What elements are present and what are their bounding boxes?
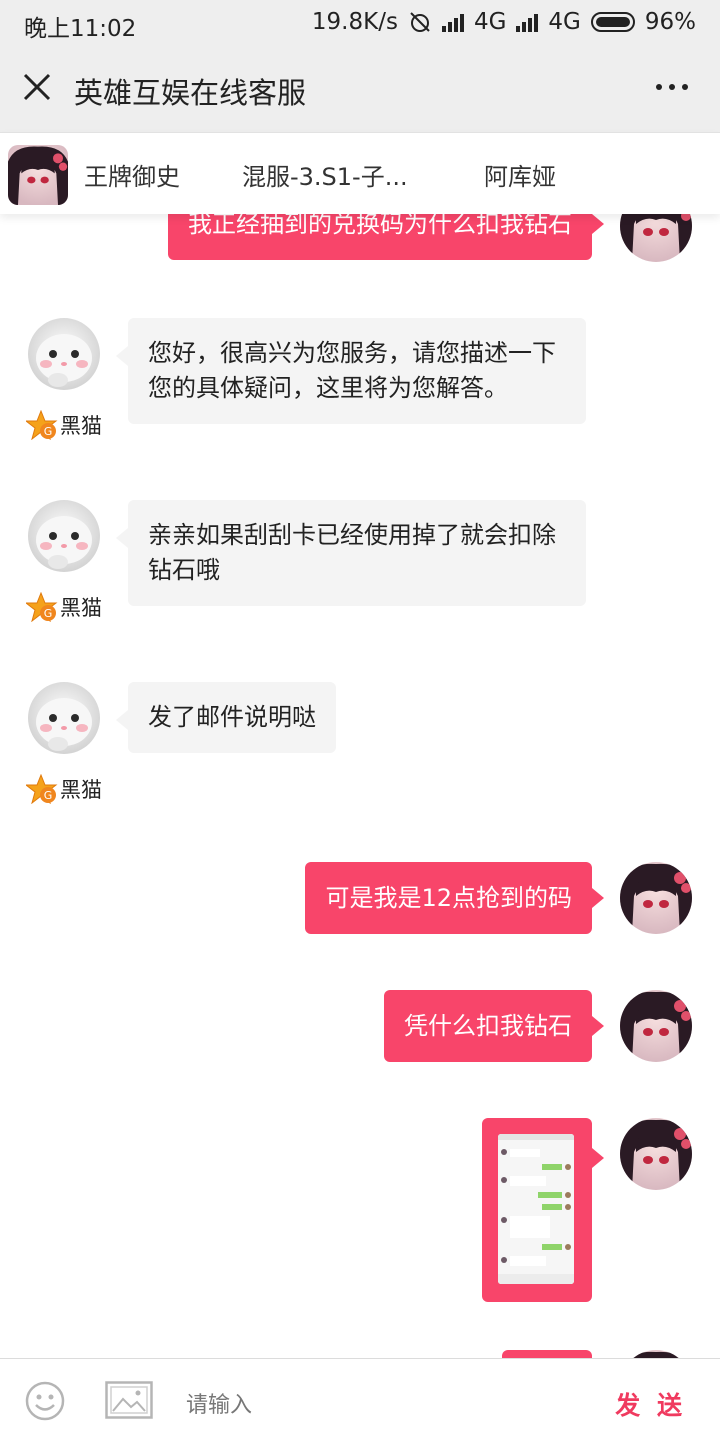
message-text: 发了邮件说明哒 — [148, 703, 316, 731]
image-message[interactable] — [482, 1118, 604, 1302]
signal-icon — [441, 12, 464, 32]
message-bubble-outgoing-partial[interactable] — [502, 1350, 592, 1358]
image-icon[interactable] — [105, 1381, 153, 1419]
user-avatar[interactable] — [620, 1350, 692, 1358]
message-input[interactable]: 请输入 — [186, 1387, 252, 1419]
game-info-bar: 王牌御史 混服-3.S1-子... 阿库娅 — [0, 132, 720, 214]
message-bubble-outgoing[interactable]: 我正经抽到的兑换码为什么扣我钻石 — [168, 214, 604, 260]
message-bubble-incoming[interactable]: 亲亲如果刮刮卡已经使用掉了就会扣除钻石哦 — [116, 500, 586, 606]
star-badge-icon — [26, 774, 58, 804]
game-avatar — [8, 145, 68, 205]
agent-name: 黑猫 — [60, 778, 102, 802]
agent-avatar[interactable] — [28, 682, 100, 754]
message-text: 您好，很高兴为您服务，请您描述一下您的具体疑问，这里将为您解答。 — [148, 339, 556, 402]
status-time: 晚上11:02 — [24, 16, 137, 42]
agent-name-tag: 黑猫 — [26, 410, 102, 440]
title-bar: 英雄互娱在线客服 — [0, 46, 720, 132]
message-text: 我正经抽到的兑换码为什么扣我钻石 — [188, 214, 572, 238]
message-bubble-outgoing[interactable]: 可是我是12点抢到的码 — [305, 862, 604, 934]
star-badge-icon — [26, 592, 58, 622]
page-title: 英雄互娱在线客服 — [74, 76, 307, 110]
user-avatar[interactable] — [620, 862, 692, 934]
signal-icon-2 — [516, 12, 539, 32]
close-icon[interactable] — [20, 70, 54, 104]
emoji-icon[interactable] — [25, 1381, 65, 1421]
agent-name-tag: 黑猫 — [26, 774, 102, 804]
status-icons: 19.8K/s 4G 4G 96% — [312, 9, 696, 35]
message-text: 凭什么扣我钻石 — [404, 1012, 572, 1040]
net-speed: 19.8K/s — [311, 9, 398, 35]
more-icon[interactable] — [656, 84, 688, 90]
message-bubble-incoming[interactable]: 发了邮件说明哒 — [116, 682, 336, 753]
message-text: 亲亲如果刮刮卡已经使用掉了就会扣除钻石哦 — [148, 521, 556, 584]
user-avatar[interactable] — [620, 214, 692, 262]
alarm-off-icon — [410, 12, 430, 32]
battery-percent: 96% — [644, 9, 696, 35]
battery-icon — [590, 12, 635, 32]
agent-avatar[interactable] — [28, 318, 100, 390]
send-button[interactable]: 发 送 — [615, 1386, 686, 1422]
message-text: 可是我是12点抢到的码 — [325, 884, 572, 912]
server-name: 混服-3.S1-子... — [242, 163, 408, 191]
character-name: 阿库娅 — [484, 163, 556, 191]
agent-name-tag: 黑猫 — [26, 592, 102, 622]
agent-name: 黑猫 — [60, 414, 102, 438]
message-bubble-outgoing[interactable]: 凭什么扣我钻石 — [384, 990, 604, 1062]
star-badge-icon — [26, 410, 58, 440]
network-type-2: 4G — [548, 9, 581, 35]
game-name: 王牌御史 — [84, 163, 180, 191]
screenshot-thumbnail — [498, 1134, 574, 1284]
message-bubble-incoming[interactable]: 您好，很高兴为您服务，请您描述一下您的具体疑问，这里将为您解答。 — [116, 318, 586, 424]
agent-name: 黑猫 — [60, 596, 102, 620]
network-type-1: 4G — [473, 9, 507, 35]
chat-list[interactable]: 我正经抽到的兑换码为什么扣我钻石 黑猫 您好，很高兴为您服务，请您描述一下您的具… — [0, 214, 720, 1358]
agent-avatar[interactable] — [28, 500, 100, 572]
input-bar: 请输入 发 送 — [0, 1358, 720, 1440]
user-avatar[interactable] — [620, 990, 692, 1062]
user-avatar[interactable] — [620, 1118, 692, 1190]
status-bar: 晚上11:02 19.8K/s 4G 4G 96% — [0, 0, 720, 46]
